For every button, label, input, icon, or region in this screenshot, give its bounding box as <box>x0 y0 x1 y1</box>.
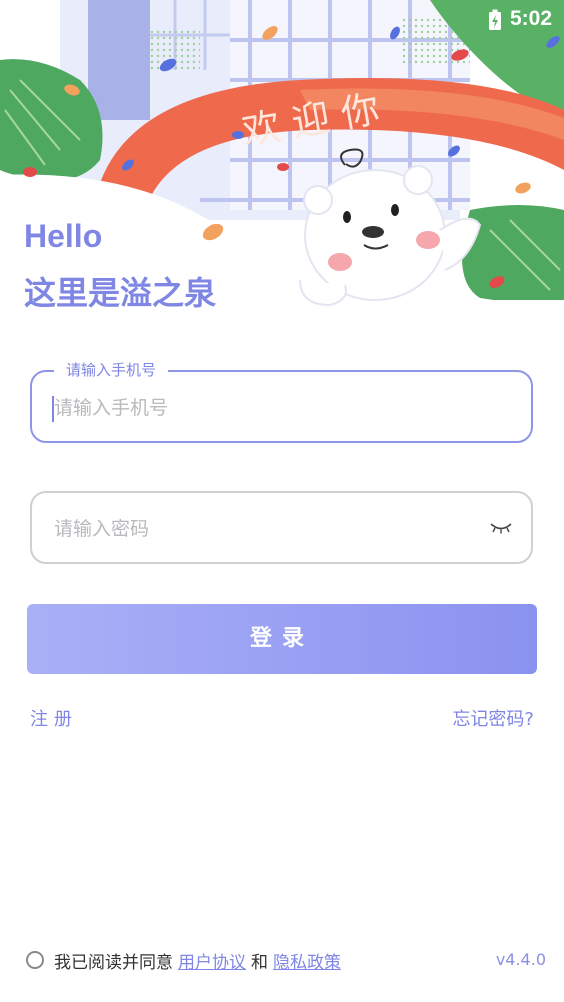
privacy-policy-link[interactable]: 隐私政策 <box>273 948 341 973</box>
status-bar: 5:02 <box>364 0 564 40</box>
battery-charging-icon <box>489 9 501 30</box>
register-link[interactable]: 注册 <box>30 705 78 731</box>
phone-field[interactable]: 请输入手机号 <box>30 360 533 443</box>
agreement-row: 我已阅读并同意 用户协议 和 隐私政策 <box>26 947 346 973</box>
status-time: 5:02 <box>509 7 552 30</box>
password-field[interactable] <box>30 491 533 564</box>
version-label: v4.4.0 <box>495 950 546 969</box>
agreement-checkbox[interactable] <box>26 951 44 969</box>
phone-input[interactable] <box>52 372 476 443</box>
forgot-password-link[interactable]: 忘记密码? <box>452 705 534 731</box>
user-agreement-link[interactable]: 用户协议 <box>178 948 246 973</box>
greeting-hello: Hello <box>24 218 103 254</box>
password-input[interactable] <box>52 493 476 564</box>
login-button[interactable]: 登录 <box>27 604 537 674</box>
agreement-prefix: 我已阅读并同意 <box>54 952 173 973</box>
agreement-and: 和 <box>251 952 268 973</box>
greeting-subtitle: 这里是溢之泉 <box>24 274 217 312</box>
eye-closed-icon[interactable] <box>489 521 513 535</box>
